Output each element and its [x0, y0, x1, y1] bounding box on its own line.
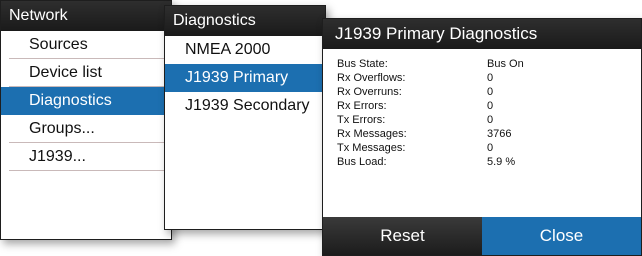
diagnostics-menu-list: NMEA 2000 J1939 Primary J1939 Secondary [165, 36, 325, 120]
diag-row-rx-messages: Rx Messages: 3766 [337, 127, 641, 141]
diag-value: 0 [487, 86, 494, 98]
network-menu-panel: Network Sources Device list Diagnostics … [0, 0, 172, 240]
diagnostics-table: Bus State: Bus On Rx Overflows: 0 Rx Ove… [323, 49, 641, 217]
diag-row-rx-errors: Rx Errors: 0 [337, 99, 641, 113]
menu-item-groups[interactable]: Groups... [1, 115, 171, 143]
diag-value: 0 [487, 100, 494, 112]
menu-item-sources[interactable]: Sources [1, 31, 171, 59]
diag-value: Bus On [487, 58, 524, 70]
diagnostics-menu-panel: Diagnostics NMEA 2000 J1939 Primary J193… [164, 5, 326, 230]
network-menu-list: Sources Device list Diagnostics Groups..… [1, 31, 171, 171]
menu-item-nmea-2000[interactable]: NMEA 2000 [165, 36, 325, 64]
menu-item-j1939-primary[interactable]: J1939 Primary [165, 64, 325, 92]
dialog-title: J1939 Primary Diagnostics [323, 19, 641, 49]
diag-row-tx-errors: Tx Errors: 0 [337, 113, 641, 127]
diag-value: 5.9 % [487, 156, 516, 168]
diag-value: 0 [487, 114, 494, 126]
reset-button[interactable]: Reset [323, 217, 482, 255]
diag-label: Rx Errors: [337, 100, 387, 112]
diag-row-rx-overruns: Rx Overruns: 0 [337, 85, 641, 99]
diag-row-rx-overflows: Rx Overflows: 0 [337, 71, 641, 85]
diag-value: 3766 [487, 128, 512, 140]
diag-value: 0 [487, 142, 494, 154]
diagnostics-dialog: J1939 Primary Diagnostics Bus State: Bus… [322, 18, 642, 256]
diagnostics-menu-title: Diagnostics [165, 6, 325, 36]
diag-value: 0 [487, 72, 494, 84]
menu-item-device-list[interactable]: Device list [1, 59, 171, 87]
diag-label: Bus State: [337, 58, 388, 70]
diag-row-bus-state: Bus State: Bus On [337, 57, 641, 71]
close-button[interactable]: Close [482, 217, 641, 255]
diag-row-bus-load: Bus Load: 5.9 % [337, 155, 641, 169]
network-menu-title: Network [1, 1, 171, 31]
diag-label: Rx Messages: [337, 128, 407, 140]
menu-item-j1939[interactable]: J1939... [1, 143, 171, 171]
diag-label: Rx Overflows: [337, 72, 406, 84]
diag-label: Bus Load: [337, 156, 387, 168]
diag-label: Tx Errors: [337, 114, 386, 126]
dialog-footer: Reset Close [323, 217, 641, 255]
menu-item-diagnostics[interactable]: Diagnostics [1, 87, 171, 115]
diag-label: Rx Overruns: [337, 86, 402, 98]
diag-row-tx-messages: Tx Messages: 0 [337, 141, 641, 155]
diag-label: Tx Messages: [337, 142, 406, 154]
menu-item-j1939-secondary[interactable]: J1939 Secondary [165, 92, 325, 120]
